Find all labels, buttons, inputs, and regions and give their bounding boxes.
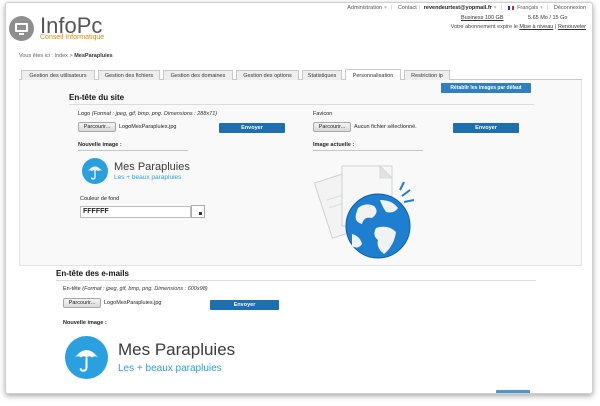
favicon-browse-button[interactable]: Parcourir... xyxy=(313,122,351,132)
admin-menu[interactable]: Administration xyxy=(347,5,382,11)
logout-link[interactable]: Déconnexion xyxy=(554,5,586,11)
breadcrumb-current: MesParapluies xyxy=(74,53,113,59)
bg-color-label: Couleur de fond xyxy=(80,196,120,202)
preview-logo-name: Mes Parapluies xyxy=(114,161,190,173)
email-browse-button[interactable]: Parcourir... xyxy=(63,298,101,308)
divider xyxy=(313,150,423,151)
expiry-text: Votre abonnement expire le xyxy=(450,24,518,30)
app-window: InfoPc Conseil Informatique Administrati… xyxy=(5,2,593,394)
current-image-label: Image actuelle : xyxy=(313,142,355,148)
logo-label: Logo (Format : jpeg, gif, bmp, png. Dime… xyxy=(78,111,218,117)
subscription-info: Votre abonnement expire le Mise à niveau… xyxy=(450,24,586,30)
chevron-down-icon: ▾ xyxy=(540,5,543,11)
french-flag-icon xyxy=(507,5,514,10)
upgrade-link[interactable]: Mise à niveau xyxy=(519,24,553,30)
breadcrumb-prefix: Vous êtes ici : xyxy=(19,53,53,59)
section-divider xyxy=(56,280,536,281)
favicon-file-name: Aucun fichier sélectionné. xyxy=(354,124,417,130)
logo-file-name: LogoMesParapluies.jpg xyxy=(119,124,177,130)
email-preview-logo-subtitle: Les + beaux parapluies xyxy=(118,363,222,374)
brand-tagline: Conseil Informatique xyxy=(40,34,105,41)
plan-link[interactable]: Business 100 GB xyxy=(461,15,504,21)
email-new-image-label: Nouvelle image : xyxy=(63,320,107,326)
new-image-label: Nouvelle image : xyxy=(78,142,122,148)
monitor-icon xyxy=(9,16,34,41)
account-menu[interactable]: revendeurtest@yopmail.fr xyxy=(424,5,492,11)
tab-bar: Gestion des utilisateurs Gestion des fic… xyxy=(19,67,582,81)
language-menu[interactable]: Français xyxy=(517,5,538,11)
color-picker-button[interactable] xyxy=(191,205,205,218)
preview-logo-subtitle: Les + beaux parapluies xyxy=(114,174,182,181)
logo-browse-button[interactable]: Parcourir... xyxy=(78,122,116,132)
umbrella-logo-icon xyxy=(82,158,108,184)
contact-link[interactable]: Contact xyxy=(398,5,417,11)
email-preview-logo-name: Mes Parapluies xyxy=(118,340,236,359)
favicon-globe-image xyxy=(306,156,426,266)
partial-button[interactable] xyxy=(496,390,530,393)
logo-send-button[interactable]: Envoyer xyxy=(219,123,285,133)
site-header-title: En-tête du site xyxy=(69,93,125,102)
bg-color-input[interactable]: FFFFFF xyxy=(80,206,191,218)
reset-images-button[interactable]: Rétablir les images par défaut xyxy=(441,83,531,93)
renew-link[interactable]: Renouveler xyxy=(558,24,586,30)
email-header-title: En-tête des e-mails xyxy=(56,269,129,278)
section-divider xyxy=(69,104,534,105)
email-header-label: En-tête (Format : jpeg, gif, bmp, png. D… xyxy=(63,286,208,292)
breadcrumb-index[interactable]: Index xyxy=(54,53,67,59)
chevron-down-icon: ▾ xyxy=(493,5,497,11)
storage-usage: 5.65 Mo / 15 Go xyxy=(528,15,568,21)
email-send-button[interactable]: Envoyer xyxy=(210,300,279,310)
email-file-name: LogoMesParapluies.jpg xyxy=(104,300,162,306)
breadcrumb: Vous êtes ici : Index > MesParapluies xyxy=(19,53,113,59)
favicon-send-button[interactable]: Envoyer xyxy=(453,123,519,133)
chevron-down-icon: ▾ xyxy=(384,5,387,11)
favicon-label: Favicon xyxy=(313,111,333,117)
divider xyxy=(78,150,188,151)
top-nav: Administration ▾ | Contact | revendeurtest@… xyxy=(347,5,586,11)
umbrella-logo-icon xyxy=(65,336,108,379)
